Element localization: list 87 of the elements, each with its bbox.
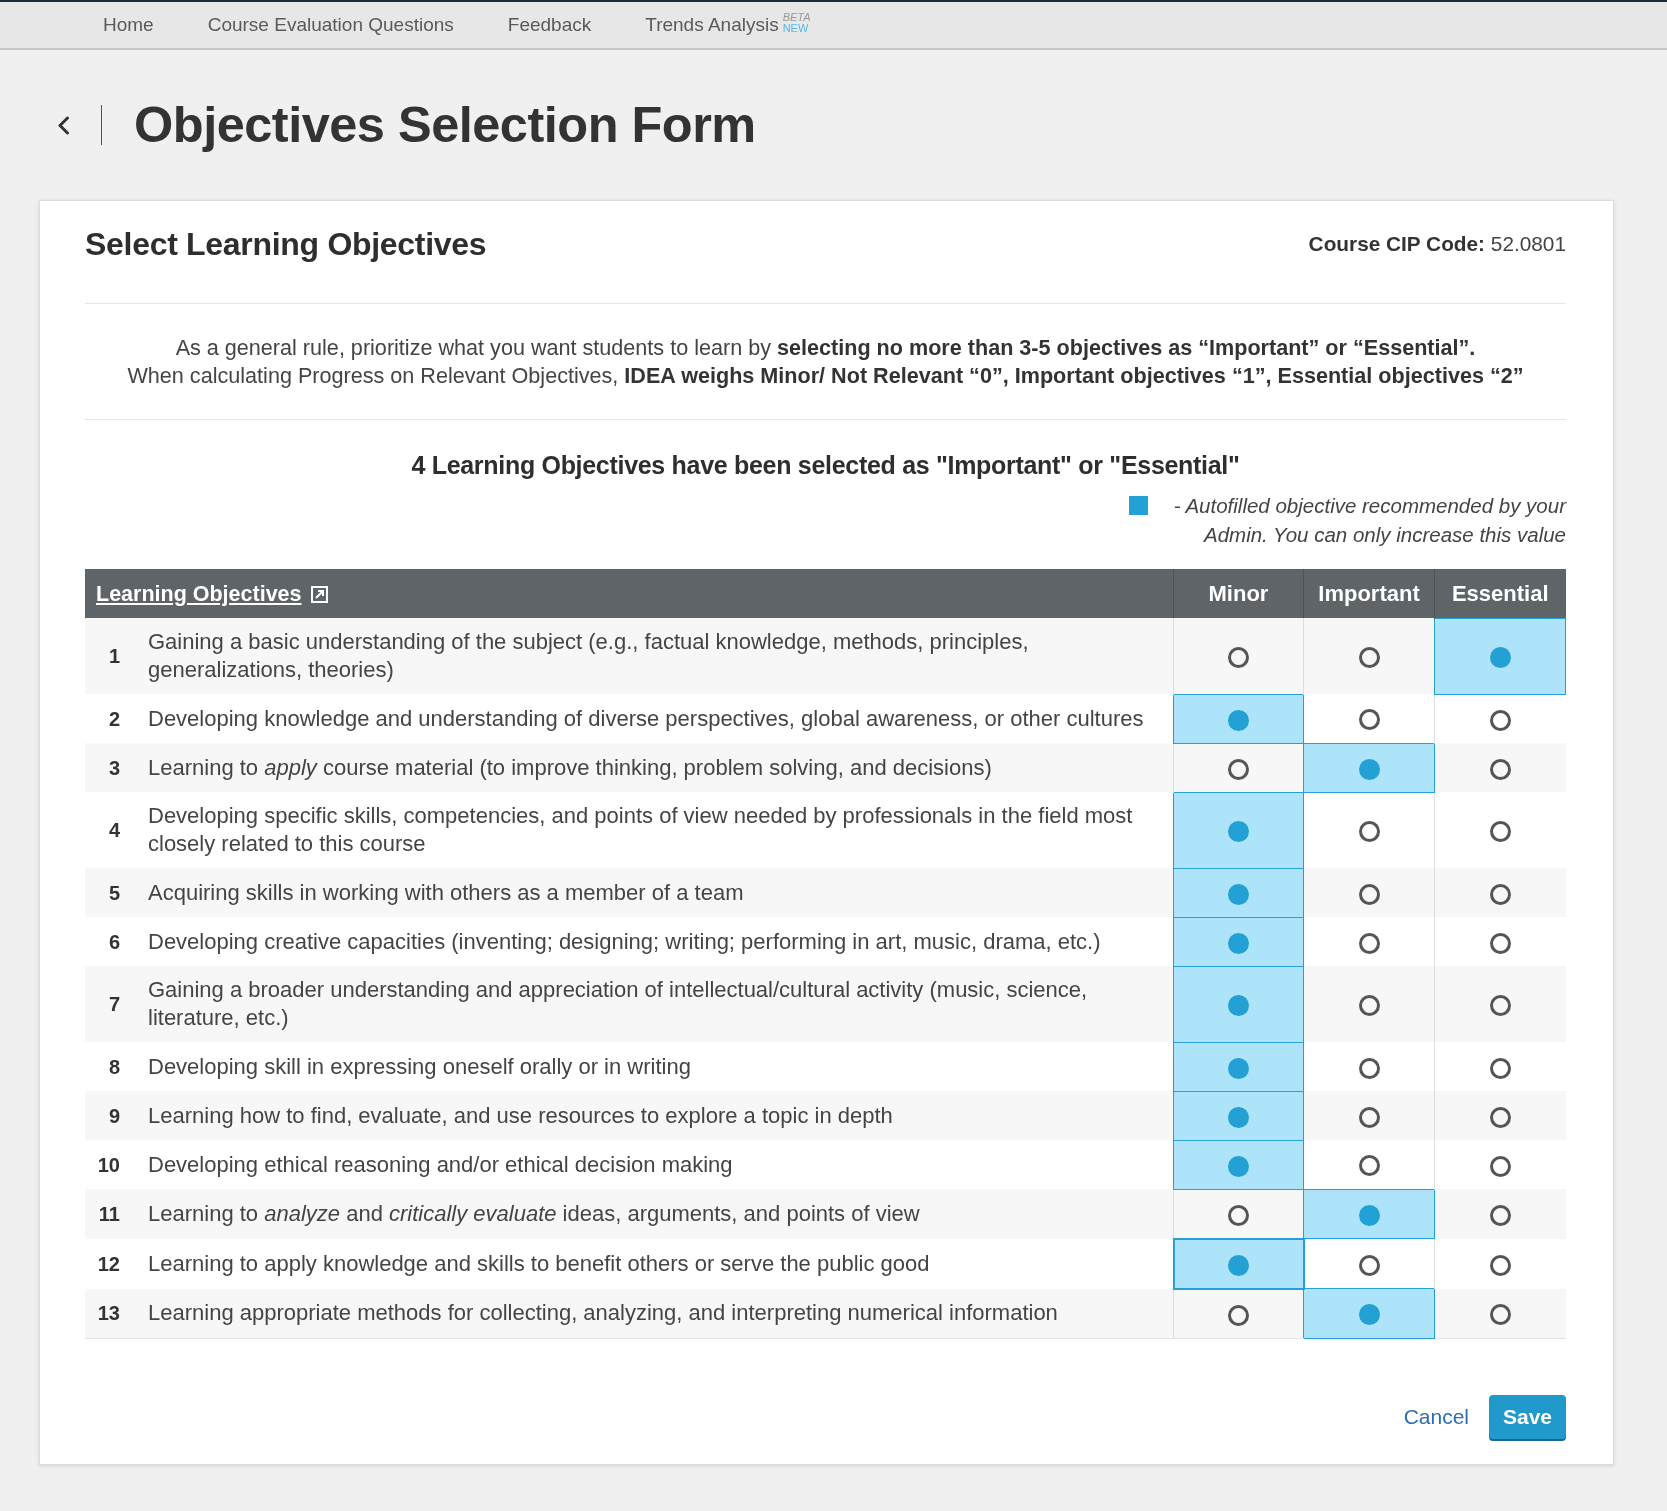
radio-button[interactable]	[1358, 1254, 1380, 1276]
objective-text: Developing skill in expressing oneself orally or in writing	[148, 1042, 1174, 1091]
radio-button[interactable]	[1358, 647, 1380, 669]
guidance-text: As a general rule, prioritize what you want students to learn by selecting no more than 3-5 objectives as “Important” or “Essential”.	[174, 334, 1477, 362]
radio-button[interactable]	[1489, 1106, 1511, 1128]
objective-text: Developing specific skills, competencies, and points of view needed by professionals in the field most closely related to this course	[148, 792, 1174, 868]
new-label: NEW	[782, 23, 810, 34]
radio-button[interactable]	[1228, 995, 1249, 1017]
row-number: 7	[85, 966, 148, 1042]
row-number: 12	[85, 1238, 148, 1289]
page-title: Objectives Selection Form	[134, 95, 756, 155]
radio-button[interactable]	[1358, 883, 1380, 905]
objective-text: Gaining a basic understanding of the subject (e.g., factual knowledge, methods, principles, generalizations, theories)	[148, 618, 1174, 694]
objective-text: Learning to apply knowledge and skills to benefit others or serve the public good	[148, 1238, 1174, 1289]
radio-button[interactable]	[1228, 646, 1249, 668]
objective-text: Gaining a broader understanding and appreciation of intellectual/cultural activity (music, science, literature, etc.)	[148, 966, 1174, 1042]
learning-objectives-link[interactable]: Learning Objectives	[85, 581, 302, 606]
row-number: 10	[85, 1140, 148, 1189]
selection-count-heading: 4 Learning Objectives have been selected as "Important" or "Essential"	[410, 450, 1241, 481]
radio-button[interactable]	[1489, 932, 1511, 954]
column-header: Important	[1303, 569, 1435, 618]
row-number: 4	[85, 792, 148, 868]
objective-text: Learning to analyze and critically evaluate ideas, arguments, and points of view	[148, 1189, 1174, 1239]
radio-button[interactable]	[1228, 1304, 1249, 1326]
row-number: 1	[85, 618, 148, 694]
radio-button[interactable]	[1358, 1057, 1380, 1079]
objective-text: Acquiring skills in working with others as a member of a team	[148, 868, 1174, 917]
radio-button[interactable]	[1489, 1204, 1511, 1226]
objective-text: Learning appropriate methods for collecting, analyzing, and interpreting numerical information	[148, 1288, 1174, 1338]
nav-link[interactable]: Course Evaluation Questions	[207, 13, 454, 37]
column-header: Minor	[1173, 569, 1304, 618]
section-title: Select Learning Objectives	[85, 225, 487, 263]
radio-button[interactable]	[1358, 1155, 1380, 1177]
row-number: 3	[85, 743, 148, 792]
objective-text: Developing creative capacities (inventing; designing; writing; performing in art, music, drama, etc.)	[148, 917, 1174, 966]
back-icon[interactable]	[57, 115, 70, 135]
nav-link[interactable]: Feedback	[507, 13, 592, 37]
radio-button[interactable]	[1228, 932, 1249, 954]
radio-button[interactable]	[1489, 1304, 1511, 1326]
radio-button[interactable]	[1358, 995, 1380, 1017]
radio-button[interactable]	[1489, 1155, 1511, 1177]
radio-button[interactable]	[1489, 647, 1511, 669]
column-header: Essential	[1434, 569, 1566, 618]
radio-button[interactable]	[1228, 1106, 1249, 1128]
nav-link[interactable]: Trends Analysis	[645, 13, 779, 37]
row-number: 11	[85, 1189, 148, 1239]
cip-code-text: Course CIP Code: 52.0801	[1308, 231, 1566, 258]
radio-button[interactable]	[1228, 1204, 1249, 1226]
radio-button[interactable]	[1228, 709, 1249, 731]
radio-button[interactable]	[1228, 1057, 1249, 1079]
radio-button[interactable]	[1228, 821, 1249, 843]
radio-button[interactable]	[1358, 821, 1380, 843]
radio-button[interactable]	[1228, 1155, 1249, 1177]
row-number: 5	[85, 868, 148, 917]
row-number: 8	[85, 1042, 148, 1091]
radio-button[interactable]	[1358, 932, 1380, 954]
nav-link[interactable]: Home	[103, 13, 154, 37]
guidance-text: When calculating Progress on Relevant Objectives, IDEA weighs Minor/ Not Relevant “0”, Important objectives “1”, Essential objectives “2”	[126, 362, 1525, 390]
row-number: 6	[85, 917, 148, 966]
radio-button[interactable]	[1228, 1254, 1249, 1276]
radio-button[interactable]	[1489, 758, 1511, 780]
objective-text: Learning to apply course material (to improve thinking, problem solving, and decisions)	[148, 743, 1174, 792]
radio-button[interactable]	[1228, 883, 1249, 905]
beta-label: BETA	[782, 12, 811, 23]
legend-swatch-icon	[1129, 496, 1148, 515]
radio-button[interactable]	[1358, 1304, 1380, 1326]
legend-text: - Autofilled objective recommended by your Admin. You can only increase this value	[1172, 493, 1566, 548]
radio-button[interactable]	[1489, 821, 1511, 843]
radio-button[interactable]	[1358, 1204, 1380, 1226]
objective-text: Developing ethical reasoning and/or ethical decision making	[148, 1140, 1174, 1189]
radio-button[interactable]	[1358, 709, 1380, 731]
objective-text: Developing knowledge and understanding of diverse perspectives, global awareness, or other cultures	[148, 694, 1174, 743]
radio-button[interactable]	[1228, 758, 1249, 780]
radio-button[interactable]	[1489, 709, 1511, 731]
cancel-link[interactable]: Cancel	[1403, 1400, 1469, 1433]
objective-text: Learning how to find, evaluate, and use resources to explore a topic in depth	[148, 1091, 1174, 1140]
radio-button[interactable]	[1489, 1057, 1511, 1079]
save-button[interactable]: Save	[1489, 1394, 1566, 1439]
radio-button[interactable]	[1358, 1106, 1380, 1128]
radio-button[interactable]	[1489, 995, 1511, 1017]
row-number: 2	[85, 694, 148, 743]
external-link-icon[interactable]	[310, 585, 328, 603]
radio-button[interactable]	[1489, 883, 1511, 905]
row-number: 9	[85, 1091, 148, 1140]
radio-button[interactable]	[1489, 1254, 1511, 1276]
row-number: 13	[85, 1288, 148, 1338]
radio-button[interactable]	[1358, 758, 1380, 780]
